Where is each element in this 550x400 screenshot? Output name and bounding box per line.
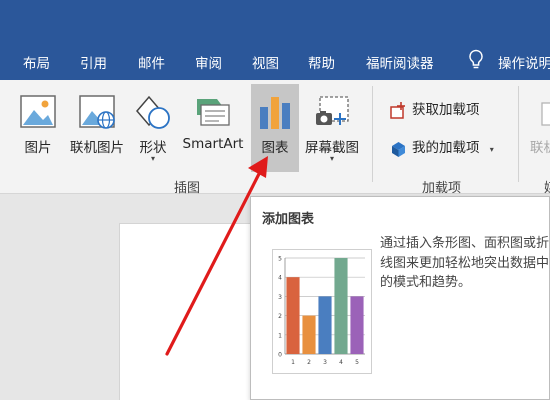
group-label-addins: 加载项 — [422, 181, 462, 196]
x-tick-label: 1 — [291, 359, 295, 366]
tooltip-chart-preview: 0 1 2 3 4 5 1 2 3 4 5 — [272, 249, 372, 374]
online-video-label: 联机 — [530, 140, 550, 156]
x-tick-label: 4 — [339, 359, 343, 366]
shapes-button[interactable]: 形状 ▾ — [132, 84, 174, 172]
tooltip-title: 添加图表 — [262, 212, 315, 227]
online-pictures-button[interactable]: 联机图片 — [64, 84, 130, 172]
bar — [302, 315, 316, 354]
smartart-icon — [197, 99, 230, 126]
chart-tooltip: 添加图表 0 1 2 3 4 5 1 2 3 4 5 通过插入条形图、面积图或折线图来更加轻松地突出… — [250, 196, 550, 400]
online-video-button[interactable]: 联机 — [528, 84, 550, 172]
tab-mailings[interactable]: 邮件 — [138, 52, 165, 72]
smartart-label: SmartArt — [182, 136, 244, 152]
x-tick-label: 2 — [307, 359, 311, 366]
y-tick-label: 4 — [278, 275, 282, 282]
video-icon — [541, 102, 550, 126]
y-tick-label: 5 — [278, 256, 282, 263]
tab-view[interactable]: 视图 — [252, 52, 279, 72]
screenshot-label: 屏幕截图 — [305, 140, 359, 156]
my-addins-dropdown-arrow[interactable]: ▾ — [490, 145, 494, 154]
store-icon — [390, 101, 405, 119]
my-addins-button[interactable]: 我的加载项 ▾ — [389, 136, 494, 158]
tooltip-description: 通过插入条形图、面积图或折线图来更加轻松地突出数据中的模式和趋势。 — [380, 236, 550, 290]
tab-review[interactable]: 审阅 — [195, 52, 222, 72]
picture-icon — [20, 95, 56, 128]
smartart-button[interactable]: SmartArt — [178, 84, 248, 172]
bar-chart: 0 1 2 3 4 5 1 2 3 4 5 — [278, 256, 365, 366]
y-tick-label: 1 — [278, 332, 282, 339]
get-addins-button[interactable]: 获取加载项 — [389, 98, 480, 120]
group-label-illustrations: 插图 — [174, 181, 201, 196]
screenshot-dropdown-arrow[interactable]: ▾ — [300, 154, 364, 163]
screenshot-button[interactable]: 屏幕截图 ▾ — [300, 84, 364, 172]
pictures-label: 图片 — [24, 140, 52, 156]
shapes-label: 形状 — [139, 140, 167, 156]
ribbon: 图片 联机图片 形状 ▾ SmartArt 图表 屏幕截图 ▾ 插图 获取加载项… — [0, 80, 550, 196]
chart-label: 图表 — [261, 140, 289, 156]
addins-icon — [392, 141, 405, 157]
tab-foxit-reader[interactable]: 福昕阅读器 — [366, 52, 434, 72]
chart-button[interactable]: 图表 — [251, 84, 299, 172]
shapes-dropdown-arrow[interactable]: ▾ — [132, 154, 174, 163]
group-separator — [372, 86, 373, 182]
menu-bar: 布局 引用 邮件 审阅 视图 帮助 福昕阅读器 操作说明 — [0, 0, 550, 80]
bar — [334, 258, 348, 354]
lightbulb-icon — [469, 49, 483, 69]
screenshot-icon — [316, 96, 349, 125]
chart-icon — [260, 97, 290, 129]
group-separator — [518, 86, 519, 182]
my-addins-label: 我的加载项 — [412, 140, 480, 156]
get-addins-label: 获取加载项 — [412, 102, 480, 118]
tab-references[interactable]: 引用 — [80, 52, 107, 72]
tell-me-search[interactable]: 操作说明 — [498, 52, 550, 72]
y-tick-label: 0 — [278, 352, 282, 359]
group-label-media: 媒 — [544, 177, 550, 196]
bar — [318, 296, 332, 354]
online-pictures-label: 联机图片 — [70, 140, 124, 156]
bar — [350, 296, 364, 354]
tab-help[interactable]: 帮助 — [308, 52, 335, 72]
y-tick-label: 3 — [278, 294, 282, 301]
x-tick-label: 5 — [355, 359, 359, 366]
shapes-icon — [136, 95, 170, 129]
online-picture-icon — [79, 95, 115, 129]
x-tick-label: 3 — [323, 359, 327, 366]
y-tick-label: 2 — [278, 313, 282, 320]
pictures-button[interactable]: 图片 — [14, 84, 62, 172]
tab-layout[interactable]: 布局 — [23, 52, 50, 72]
bar — [286, 277, 300, 354]
